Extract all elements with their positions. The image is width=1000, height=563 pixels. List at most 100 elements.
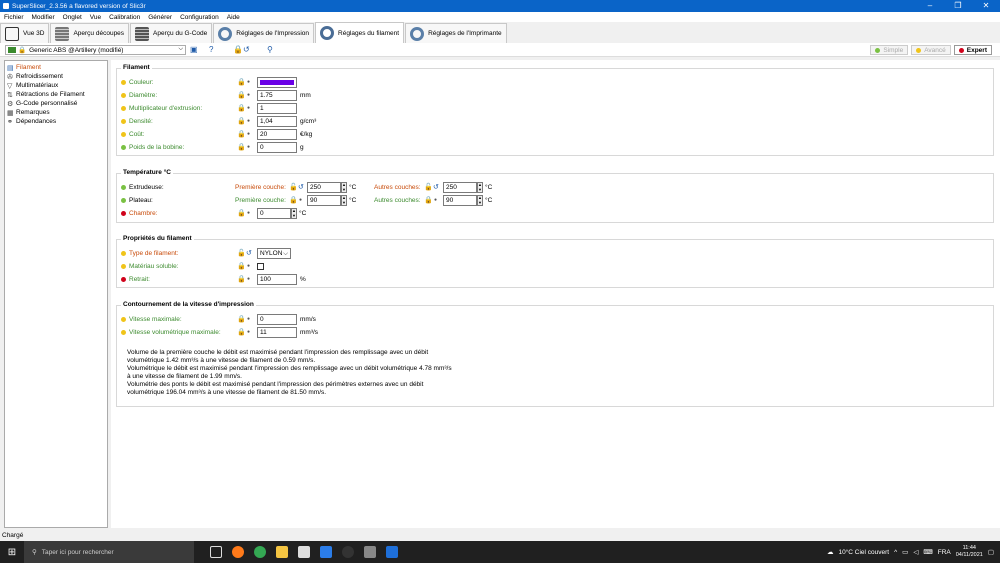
help-icon[interactable]: ? [209,45,213,54]
sidebar-item-refroidissement[interactable]: ✇ Refroidissement [5,72,107,81]
tab-reglages-imprimante[interactable]: Réglages de l'Imprimante [405,23,507,43]
menu-onglet[interactable]: Onglet [59,14,86,21]
density-field[interactable]: 1,04 [257,116,297,127]
app-icon[interactable] [342,546,354,558]
sidebar-item-remarques[interactable]: ▦ Remarques [5,108,107,117]
color-swatch[interactable] [257,77,297,88]
close-icon[interactable]: ✕ [972,0,1000,12]
menu-aide[interactable]: Aide [223,14,244,21]
lock-icon[interactable]: 🔓 [424,182,433,193]
lock-icon[interactable]: 🔒 [237,314,246,325]
preset-select[interactable]: 🔒 Generic ABS @Artillery (modifié) ⌵ [5,45,186,55]
save-icon[interactable]: ▣ [190,45,198,54]
reset-icon[interactable]: ↺ [433,182,441,193]
tab-apercu-gcode[interactable]: Aperçu du G-Code [130,23,213,43]
sidebar-item-filament[interactable]: ▤ Filament [5,63,107,72]
lock-icon[interactable]: 🔒 [237,116,246,127]
spin-buttons[interactable]: ▲ ▼ [477,195,483,206]
lock-icon[interactable]: 🔒 [237,129,246,140]
spin-buttons[interactable]: ▲ ▼ [341,182,347,193]
weather-text[interactable]: 10°C Ciel couvert [838,549,889,556]
settings-content: Filament Couleur: 🔒 ● Diamètre: 🔒 ● 1.75… [111,60,1000,528]
lock-reset-icon[interactable]: 🔒↺ [233,45,250,54]
lock-icon[interactable]: 🔒 [237,261,246,272]
lock-icon[interactable]: 🔒 [237,327,246,338]
menu-generer[interactable]: Générer [144,14,176,21]
max-volumetric-field[interactable]: 11 [257,327,297,338]
tab-vue-3d[interactable]: Vue 3D [0,23,50,43]
lock-icon[interactable]: 🔒 [289,195,298,206]
mode-avance-button[interactable]: Avancé [911,45,951,55]
tab-reglages-filament[interactable]: Réglages du filament [315,22,405,43]
lock-icon[interactable]: 🔒 [237,103,246,114]
gcode-icon [135,26,150,41]
chrome-icon[interactable] [254,546,266,558]
clock[interactable]: 11:44 04/11/2021 [956,545,983,559]
chamber-field[interactable]: 0 [257,208,291,219]
extruder-first-layer-field[interactable]: 250 [307,182,341,193]
keyboard-icon[interactable]: ⌨ [923,548,932,556]
diameter-field[interactable]: 1.75 [257,90,297,101]
chamber-label: Chambre: [129,210,158,217]
lock-icon[interactable]: 🔒 [237,77,246,88]
print-gear-icon [218,26,233,41]
tab-apercu-decoupes[interactable]: Aperçu découpes [50,23,130,43]
bed-other-layers-field[interactable]: 90 [443,195,477,206]
spin-buttons[interactable]: ▲ ▼ [291,208,297,219]
bullet-icon: ● [247,105,251,111]
mode-simple-button[interactable]: Simple [870,45,909,55]
lock-icon[interactable]: 🔒 [237,274,246,285]
slicer-app-icon[interactable] [364,546,376,558]
firefox-icon[interactable] [232,546,244,558]
sidebar-item-retractions[interactable]: ⇅ Rétractions de Filament [5,90,107,99]
extruder-other-layers-field[interactable]: 250 [443,182,477,193]
spin-buttons[interactable]: ▲ ▼ [341,195,347,206]
cost-field[interactable]: 20 [257,129,297,140]
minimize-icon[interactable]: – [916,0,944,12]
menu-fichier[interactable]: Fichier [0,14,28,21]
filament-type-label: Type de filament: [129,250,179,257]
mail-icon[interactable] [320,546,332,558]
lock-icon[interactable]: 🔒 [237,142,246,153]
tab-reglages-impression[interactable]: Réglages de l'Impression [213,23,315,43]
extrusion-multiplier-field[interactable]: 1 [257,103,297,114]
search-icon[interactable]: ⚲ [267,45,273,54]
spool-weight-field[interactable]: 0 [257,142,297,153]
taskbar-search[interactable]: ⚲ Taper ici pour rechercher [24,541,194,563]
menu-calibration[interactable]: Calibration [105,14,144,21]
bed-first-layer-field[interactable]: 90 [307,195,341,206]
reset-icon[interactable]: ↺ [298,182,306,193]
shrink-unit: % [300,276,306,283]
sidebar-item-dependances[interactable]: ⚭ Dépendances [5,117,107,126]
speaker-icon[interactable]: ◁ [913,548,918,556]
windows-start-icon[interactable]: ⊞ [0,547,24,558]
store-icon[interactable] [298,546,310,558]
superslicer-icon[interactable] [386,546,398,558]
menu-vue[interactable]: Vue [86,14,105,21]
spin-buttons[interactable]: ▲ ▼ [477,182,483,193]
tray-chevron-icon[interactable]: ^ [894,549,897,556]
sidebar-item-multimateriaux[interactable]: ▽ Multimatériaux [5,81,107,90]
sidebar-item-gcode[interactable]: ⚙ G-Code personnalisé [5,99,107,108]
lock-icon[interactable]: 🔒 [237,208,246,219]
file-explorer-icon[interactable] [276,546,288,558]
menu-modifier[interactable]: Modifier [28,14,59,21]
language-indicator[interactable]: FRA [938,549,951,556]
lock-icon[interactable]: 🔒 [424,195,433,206]
mode-expert-button[interactable]: Expert [953,45,992,55]
bullet-icon: ● [247,276,251,282]
task-view-icon[interactable] [210,546,222,558]
maximize-icon[interactable]: ❐ [944,0,972,12]
reset-icon[interactable]: ↺ [246,248,254,259]
soluble-checkbox[interactable] [257,263,264,270]
notification-icon[interactable]: ▢ [988,548,994,556]
max-speed-field[interactable]: 0 [257,314,297,325]
lock-icon[interactable]: 🔒 [237,90,246,101]
lock-icon[interactable]: 🔓 [237,248,246,259]
filament-type-select[interactable]: NYLON ⌵ [257,248,291,259]
shrink-field[interactable]: 100 [257,274,297,285]
bullet-icon: ● [299,197,303,203]
network-icon[interactable]: ▭ [902,548,908,556]
lock-icon[interactable]: 🔓 [289,182,298,193]
menu-configuration[interactable]: Configuration [176,14,223,21]
